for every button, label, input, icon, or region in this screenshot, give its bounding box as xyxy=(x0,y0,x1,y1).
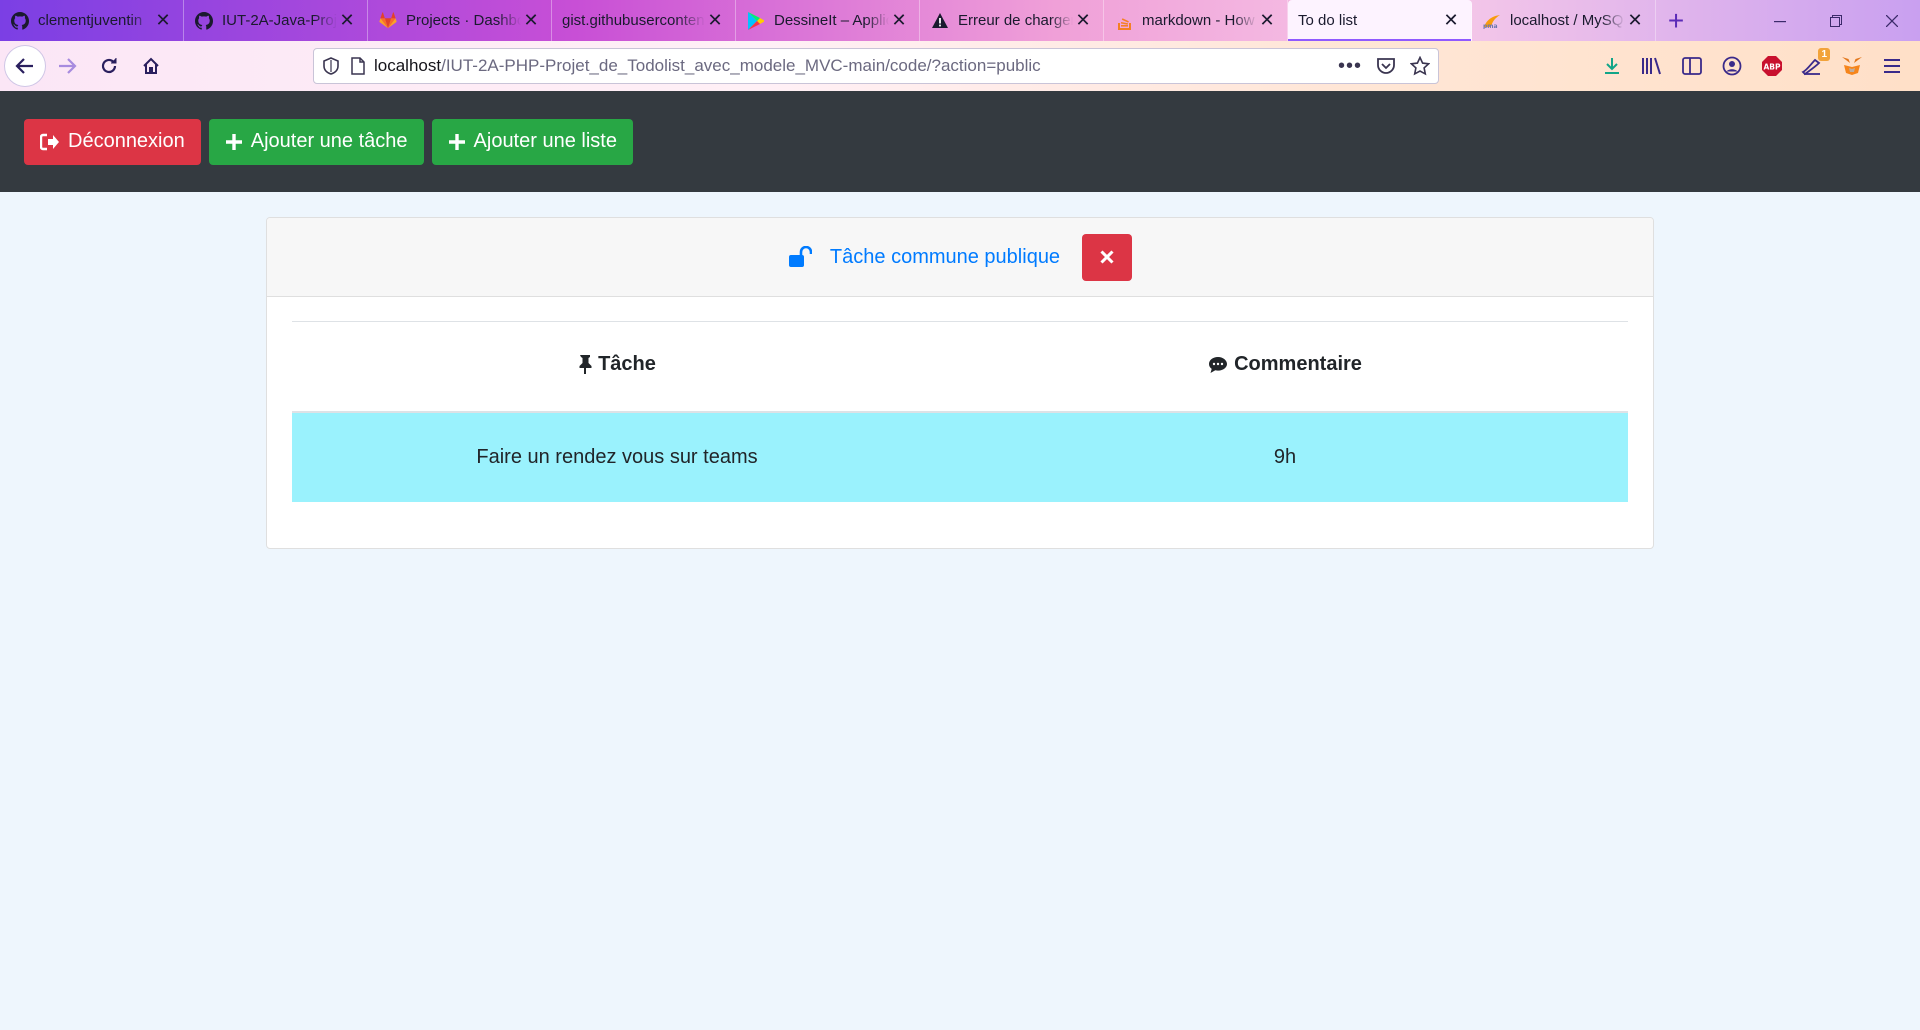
delete-list-button[interactable] xyxy=(1082,233,1133,281)
add-list-button[interactable]: Ajouter une liste xyxy=(431,118,633,165)
logout-button[interactable]: Déconnexion xyxy=(24,118,201,165)
column-header-task-label: Tâche xyxy=(598,352,656,375)
browser-tab[interactable]: pma localhost / MySQL ✕ xyxy=(1472,0,1656,41)
card-header: Tâche commune publique xyxy=(267,218,1653,297)
close-icon xyxy=(1100,250,1114,264)
url-host: localhost xyxy=(374,56,442,75)
minimize-button[interactable] xyxy=(1752,0,1808,41)
bookmark-star-icon[interactable] xyxy=(1410,56,1430,76)
add-list-label: Ajouter une liste xyxy=(473,130,617,152)
library-icon[interactable] xyxy=(1638,52,1666,80)
tasks-table: Tâche Commentaire Faire un rendez vous s… xyxy=(292,321,1628,502)
google-play-icon xyxy=(746,11,766,31)
logout-label: Déconnexion xyxy=(68,130,185,152)
unlock-icon xyxy=(788,246,812,267)
restore-button[interactable] xyxy=(1808,0,1864,41)
app-header: Déconnexion Ajouter une tâche Ajouter un… xyxy=(0,91,1920,192)
warning-icon xyxy=(930,11,950,31)
metamask-fox-icon[interactable] xyxy=(1838,52,1866,80)
tab-title: Projects · Dashboard xyxy=(406,12,521,29)
close-icon[interactable]: ✕ xyxy=(1257,10,1277,31)
tab-title: Erreur de chargement xyxy=(958,12,1073,29)
menu-icon[interactable] xyxy=(1878,52,1906,80)
forward-button[interactable] xyxy=(47,46,87,86)
shield-icon[interactable] xyxy=(322,57,340,75)
close-window-button[interactable] xyxy=(1864,0,1920,41)
tab-title: IUT-2A-Java-Projet xyxy=(222,12,337,29)
browser-tab[interactable]: markdown - How ✕ xyxy=(1104,0,1288,41)
table-header-row: Tâche Commentaire xyxy=(292,321,1628,413)
close-icon[interactable]: ✕ xyxy=(705,10,725,31)
comment-icon xyxy=(1209,356,1228,373)
browser-tab[interactable]: gist.githubusercontent ✕ xyxy=(552,0,736,41)
home-icon xyxy=(143,57,159,74)
browser-tab[interactable]: Erreur de chargement ✕ xyxy=(920,0,1104,41)
github-icon xyxy=(10,11,30,31)
arrow-right-icon xyxy=(59,58,77,74)
tab-title: To do list xyxy=(1298,12,1358,29)
list-title-link[interactable]: Tâche commune publique xyxy=(788,246,1060,269)
column-header-comment-label: Commentaire xyxy=(1234,353,1362,375)
svg-text:ABP: ABP xyxy=(1763,63,1781,72)
add-task-label: Ajouter une tâche xyxy=(250,130,408,152)
adblock-icon[interactable]: ABP xyxy=(1758,52,1786,80)
tab-title: localhost / MySQL xyxy=(1510,12,1625,29)
add-task-button[interactable]: Ajouter une tâche xyxy=(208,118,424,165)
tab-title: gist.githubusercontent xyxy=(562,12,705,29)
phpmyadmin-icon: pma xyxy=(1482,11,1502,31)
tab-title: clementjuventin xyxy=(38,12,143,29)
close-icon[interactable]: ✕ xyxy=(153,10,173,31)
task-cell: Faire un rendez vous sur teams xyxy=(292,411,942,502)
tab-title: markdown - How xyxy=(1142,12,1255,29)
new-tab-button[interactable]: + xyxy=(1656,0,1696,41)
close-icon[interactable]: ✕ xyxy=(337,10,357,31)
column-header-task: Tâche xyxy=(292,321,942,413)
list-title: Tâche commune publique xyxy=(829,245,1061,268)
close-icon[interactable]: ✕ xyxy=(889,10,909,31)
close-icon[interactable]: ✕ xyxy=(1073,10,1093,31)
github-icon xyxy=(194,11,214,31)
home-button[interactable] xyxy=(131,46,171,86)
close-icon[interactable]: ✕ xyxy=(1625,10,1645,31)
browser-tab[interactable]: clementjuventin ✕ xyxy=(0,0,184,41)
arrow-left-icon xyxy=(15,58,33,74)
sidebar-icon[interactable] xyxy=(1678,52,1706,80)
browser-nav-bar: localhost /IUT-2A-PHP-Projet_de_Todolist… xyxy=(0,41,1920,91)
tab-title: DessineIt – Applications xyxy=(774,12,889,29)
browser-tab-active[interactable]: To do list ✕ xyxy=(1288,0,1472,41)
column-header-comment: Commentaire xyxy=(942,321,1628,413)
close-icon[interactable]: ✕ xyxy=(1441,10,1461,31)
plus-icon xyxy=(225,133,242,150)
back-button[interactable] xyxy=(5,46,45,86)
reload-icon xyxy=(101,58,117,74)
extension-icon[interactable]: 1 xyxy=(1798,48,1830,80)
extension-badge: 1 xyxy=(1818,48,1830,61)
reload-button[interactable] xyxy=(89,46,129,86)
browser-tab-bar: clementjuventin ✕ IUT-2A-Java-Projet ✕ P… xyxy=(0,0,1920,41)
sign-out-icon xyxy=(40,133,59,150)
todo-list-card: Tâche commune publique Tâche Commentaire… xyxy=(266,217,1654,549)
page-icon xyxy=(350,57,366,75)
plus-icon xyxy=(448,133,465,150)
gitlab-icon xyxy=(378,11,398,31)
pocket-icon[interactable] xyxy=(1376,57,1396,75)
close-icon[interactable]: ✕ xyxy=(521,10,541,31)
card-body: Tâche Commentaire Faire un rendez vous s… xyxy=(267,297,1653,526)
comment-cell: 9h xyxy=(942,411,1628,502)
svg-text:pma: pma xyxy=(1483,23,1498,29)
download-icon[interactable] xyxy=(1598,52,1626,80)
url-path: /IUT-2A-PHP-Projet_de_Todolist_avec_mode… xyxy=(441,56,1041,75)
thumbtack-icon xyxy=(579,355,592,374)
browser-tab[interactable]: Projects · Dashboard ✕ xyxy=(368,0,552,41)
browser-tab[interactable]: DessineIt – Applications ✕ xyxy=(736,0,920,41)
account-icon[interactable] xyxy=(1718,52,1746,80)
browser-tab[interactable]: IUT-2A-Java-Projet ✕ xyxy=(184,0,368,41)
stackoverflow-icon xyxy=(1114,11,1134,31)
more-actions-icon[interactable]: ••• xyxy=(1338,55,1362,78)
table-row[interactable]: Faire un rendez vous sur teams 9h xyxy=(292,411,1628,502)
url-bar[interactable]: localhost /IUT-2A-PHP-Projet_de_Todolist… xyxy=(313,48,1439,84)
